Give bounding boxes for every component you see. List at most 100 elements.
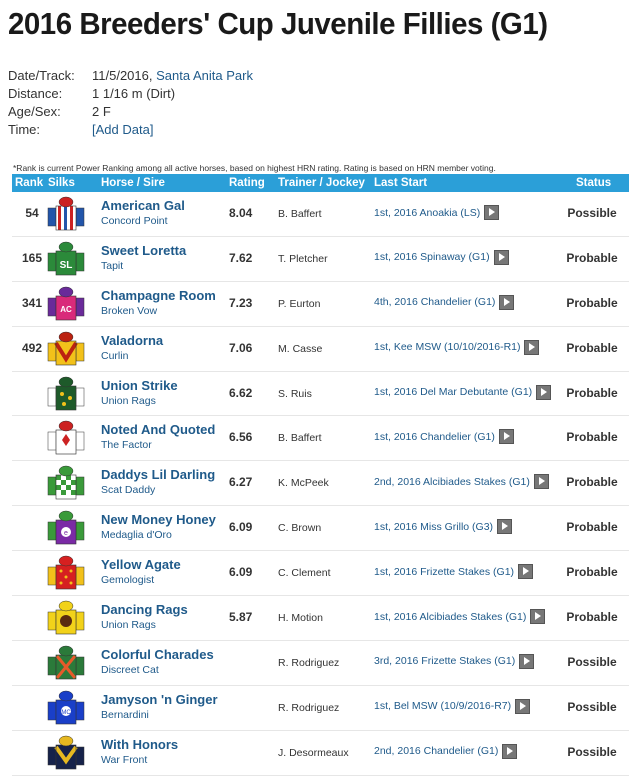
sire-link[interactable]: Discreet Cat — [101, 664, 159, 676]
horse-name-link[interactable]: Valadorna — [101, 333, 163, 348]
sire-link[interactable]: Medaglia d'Oro — [101, 529, 172, 541]
last-start-link[interactable]: 1st, 2016 Spinaway (G1) — [374, 251, 490, 263]
last-start-link[interactable]: 1st, 2016 Frizette Stakes (G1) — [374, 566, 514, 578]
sire-link[interactable]: The Factor — [101, 439, 152, 451]
silks-image — [46, 643, 86, 683]
col-trainer[interactable]: Trainer / Jockey — [278, 177, 365, 189]
last-start-link[interactable]: 1st, Kee MSW (10/10/2016-R1) — [374, 341, 520, 353]
last-start-link[interactable]: 1st, 2016 Chandelier (G1) — [374, 431, 495, 443]
col-status[interactable]: Status — [576, 177, 611, 189]
status-value: Probable — [566, 475, 618, 490]
sire-link[interactable]: Broken Vow — [101, 305, 157, 317]
page-title: 2016 Breeders' Cup Juvenile Fillies (G1) — [8, 6, 548, 41]
status-value: Probable — [566, 430, 618, 445]
last-start-link[interactable]: 1st, Bel MSW (10/9/2016-R7) — [374, 700, 511, 712]
video-icon[interactable] — [515, 698, 531, 714]
horse-name-link[interactable]: Colorful Charades — [101, 647, 214, 662]
sire-link[interactable]: War Front — [101, 754, 147, 766]
status-value: Probable — [566, 520, 618, 535]
last-start: 1st, 2016 Chandelier (G1) — [374, 429, 514, 445]
trainer-link[interactable]: T. Pletcher — [278, 253, 328, 265]
last-start: 1st, 2016 Spinaway (G1) — [374, 249, 509, 265]
trainer-link[interactable]: R. Rodriguez — [278, 702, 339, 714]
horse-name-link[interactable]: Daddys Lil Darling — [101, 467, 215, 482]
video-icon[interactable] — [497, 519, 513, 535]
horse-name-link[interactable]: Union Strike — [101, 378, 178, 393]
table-row: Noted And Quoted The Factor 6.56 B. Baffert… — [12, 416, 629, 462]
video-icon[interactable] — [493, 249, 509, 265]
add-data-link[interactable]: [Add Data] — [92, 121, 153, 139]
horse-name-link[interactable]: Sweet Loretta — [101, 243, 186, 258]
col-rating[interactable]: Rating — [229, 177, 265, 189]
sire-link[interactable]: Union Rags — [101, 619, 156, 631]
trainer-link[interactable]: B. Baffert — [278, 208, 322, 220]
trainer-link[interactable]: C. Brown — [278, 522, 321, 534]
trainer-link[interactable]: K. McPeek — [278, 477, 329, 489]
table-row: Daddys Lil Darling Scat Daddy 6.27 K. McPee… — [12, 461, 629, 507]
last-start-link[interactable]: 4th, 2016 Chandelier (G1) — [374, 296, 495, 308]
last-start-link[interactable]: 3rd, 2016 Frizette Stakes (G1) — [374, 655, 515, 667]
video-icon[interactable] — [499, 294, 515, 310]
horse-name-link[interactable]: Jamyson 'n Ginger — [101, 692, 218, 707]
horse-name-link[interactable]: With Honors — [101, 737, 178, 752]
video-icon[interactable] — [484, 205, 500, 220]
silks-image — [46, 733, 86, 773]
last-start-link[interactable]: 2nd, 2016 Alcibiades Stakes (G1) — [374, 476, 530, 488]
status-value: Probable — [566, 340, 618, 355]
trainer-link[interactable]: H. Motion — [278, 612, 323, 624]
video-icon[interactable] — [502, 743, 518, 759]
last-start-link[interactable]: 1st, 2016 Del Mar Debutante (G1) — [374, 386, 532, 398]
video-icon[interactable] — [524, 339, 540, 355]
rank-value: 341 — [21, 295, 43, 310]
horse-name-link[interactable]: Dancing Rags — [101, 602, 188, 617]
video-icon[interactable] — [530, 609, 546, 625]
trainer-link[interactable]: R. Rodriguez — [278, 657, 339, 669]
video-icon[interactable] — [498, 429, 514, 445]
horse-name-link[interactable]: New Money Honey — [101, 512, 216, 527]
video-icon[interactable] — [536, 384, 552, 400]
col-last-start[interactable]: Last Start — [374, 177, 427, 189]
last-start: 1st, 2016 Del Mar Debutante (G1) — [374, 384, 552, 400]
rating-value: 6.56 — [229, 430, 253, 445]
table-row: Dancing Rags Union Rags 5.87 H. Motion 1st, … — [12, 596, 629, 641]
status-value: Probable — [566, 565, 618, 580]
video-icon[interactable] — [519, 653, 535, 669]
track-link[interactable]: Santa Anita Park — [156, 67, 253, 85]
last-start: 1st, 2016 Alcibiades Stakes (G1) — [374, 609, 546, 625]
video-icon[interactable] — [518, 564, 534, 580]
sire-link[interactable]: Scat Daddy — [101, 484, 155, 496]
col-rank[interactable]: Rank — [15, 177, 43, 189]
last-start-link[interactable]: 1st, 2016 Anoakia (LS) — [374, 207, 480, 219]
trainer-link[interactable]: B. Baffert — [278, 432, 322, 444]
last-start-link[interactable]: 2nd, 2016 Chandelier (G1) — [374, 745, 498, 757]
rating-value: 8.04 — [229, 206, 253, 220]
video-icon[interactable] — [533, 474, 549, 490]
sire-link[interactable]: Curlin — [101, 350, 128, 362]
col-horse[interactable]: Horse / Sire — [101, 177, 165, 189]
race-meta: Date/Track: 11/5/2016, Santa Anita Park … — [8, 67, 253, 139]
status-value: Possible — [567, 654, 617, 669]
sire-link[interactable]: Tapit — [101, 260, 123, 272]
status-value: Probable — [566, 610, 618, 625]
horse-name-link[interactable]: Yellow Agate — [101, 557, 181, 572]
sire-link[interactable]: Union Rags — [101, 395, 156, 407]
trainer-link[interactable]: C. Clement — [278, 567, 331, 579]
trainer-link[interactable]: J. Desormeaux — [278, 747, 349, 759]
col-silks: Silks — [48, 177, 75, 189]
horse-name-link[interactable]: Noted And Quoted — [101, 422, 215, 437]
last-start-link[interactable]: 1st, 2016 Miss Grillo (G3) — [374, 521, 493, 533]
sire-link[interactable]: Gemologist — [101, 574, 154, 586]
trainer-link[interactable]: M. Casse — [278, 343, 322, 355]
horse-name-link[interactable]: American Gal — [101, 198, 185, 213]
sire-link[interactable]: Bernardini — [101, 709, 149, 721]
silks-image: MC — [46, 688, 86, 728]
sire-link[interactable]: Concord Point — [101, 215, 168, 227]
last-start-link[interactable]: 1st, 2016 Alcibiades Stakes (G1) — [374, 611, 526, 623]
trainer-link[interactable]: P. Eurton — [278, 298, 320, 310]
status-value: Probable — [566, 295, 618, 310]
status-value: Possible — [567, 699, 617, 714]
rating-value: 7.06 — [229, 340, 253, 355]
table-row: 54 American Gal Concord Point 8.04 B. Baffer… — [12, 192, 629, 237]
trainer-link[interactable]: S. Ruis — [278, 388, 312, 400]
horse-name-link[interactable]: Champagne Room — [101, 288, 216, 303]
